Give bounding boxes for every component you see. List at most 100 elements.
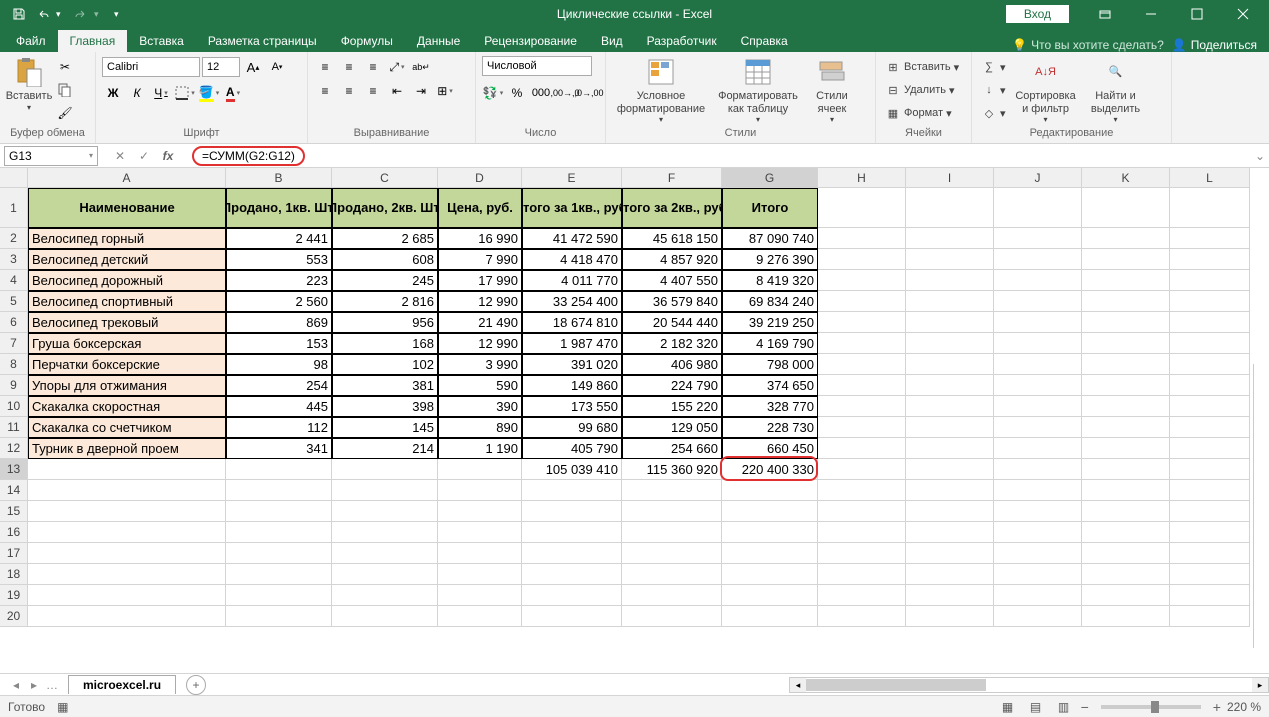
- cell-F14[interactable]: [622, 480, 722, 501]
- cell-L14[interactable]: [1170, 480, 1250, 501]
- cell-L6[interactable]: [1170, 312, 1250, 333]
- cell-L12[interactable]: [1170, 438, 1250, 459]
- cell-B14[interactable]: [226, 480, 332, 501]
- redo-more[interactable]: ▾: [94, 9, 106, 20]
- page-layout-view-button[interactable]: ▤: [1025, 698, 1047, 716]
- cell-B20[interactable]: [226, 606, 332, 627]
- tab-review[interactable]: Рецензирование: [472, 30, 589, 52]
- zoom-slider[interactable]: [1101, 705, 1201, 709]
- close-button[interactable]: [1221, 0, 1265, 28]
- cell-D7[interactable]: 12 990: [438, 333, 522, 354]
- cell-I19[interactable]: [906, 585, 994, 606]
- cell-H7[interactable]: [818, 333, 906, 354]
- cell-F17[interactable]: [622, 543, 722, 564]
- cell-H18[interactable]: [818, 564, 906, 585]
- cell-A7[interactable]: Груша боксерская: [28, 333, 226, 354]
- cell-B10[interactable]: 445: [226, 396, 332, 417]
- minimize-button[interactable]: [1129, 0, 1173, 28]
- cell-A16[interactable]: [28, 522, 226, 543]
- cell-F10[interactable]: 155 220: [622, 396, 722, 417]
- cell-J8[interactable]: [994, 354, 1082, 375]
- cell-I7[interactable]: [906, 333, 994, 354]
- cell-D14[interactable]: [438, 480, 522, 501]
- cell-A19[interactable]: [28, 585, 226, 606]
- cell-A4[interactable]: Велосипед дорожный: [28, 270, 226, 291]
- name-box[interactable]: G13▾: [4, 146, 98, 166]
- cell-J14[interactable]: [994, 480, 1082, 501]
- zoom-in-button[interactable]: +: [1213, 699, 1221, 715]
- sheet-nav-more[interactable]: …: [44, 678, 60, 692]
- share-button[interactable]: 👤Поделиться: [1172, 38, 1257, 52]
- border-button[interactable]: [174, 82, 196, 104]
- cell-G19[interactable]: [722, 585, 818, 606]
- cell-A11[interactable]: Скакалка со счетчиком: [28, 417, 226, 438]
- clear-button[interactable]: ◇▾: [978, 102, 1009, 124]
- wrap-text-button[interactable]: ab↵: [410, 56, 432, 78]
- row-header-6[interactable]: 6: [0, 312, 28, 333]
- cell-G11[interactable]: 228 730: [722, 417, 818, 438]
- cell-A14[interactable]: [28, 480, 226, 501]
- cell-G18[interactable]: [722, 564, 818, 585]
- row-header-16[interactable]: 16: [0, 522, 28, 543]
- cell-H2[interactable]: [818, 228, 906, 249]
- cell-C11[interactable]: 145: [332, 417, 438, 438]
- cell-L15[interactable]: [1170, 501, 1250, 522]
- sheet-nav-prev[interactable]: ◂: [8, 678, 24, 692]
- cell-I6[interactable]: [906, 312, 994, 333]
- align-left-button[interactable]: ≡: [314, 80, 336, 102]
- cell-H13[interactable]: [818, 459, 906, 480]
- cell-F18[interactable]: [622, 564, 722, 585]
- cell-J7[interactable]: [994, 333, 1082, 354]
- tab-formulas[interactable]: Формулы: [329, 30, 405, 52]
- number-format-select[interactable]: [482, 56, 592, 76]
- insert-cells-button[interactable]: ⊞Вставить▾: [882, 56, 962, 78]
- cell-I2[interactable]: [906, 228, 994, 249]
- cell-F8[interactable]: 406 980: [622, 354, 722, 375]
- row-header-12[interactable]: 12: [0, 438, 28, 459]
- cell-L3[interactable]: [1170, 249, 1250, 270]
- row-header-20[interactable]: 20: [0, 606, 28, 627]
- cell-C8[interactable]: 102: [332, 354, 438, 375]
- cell-K2[interactable]: [1082, 228, 1170, 249]
- cell-H4[interactable]: [818, 270, 906, 291]
- row-header-2[interactable]: 2: [0, 228, 28, 249]
- cell-D1[interactable]: Цена, руб.: [438, 188, 522, 228]
- cell-D2[interactable]: 16 990: [438, 228, 522, 249]
- cell-C15[interactable]: [332, 501, 438, 522]
- cell-H14[interactable]: [818, 480, 906, 501]
- cell-B17[interactable]: [226, 543, 332, 564]
- cell-H17[interactable]: [818, 543, 906, 564]
- cell-K11[interactable]: [1082, 417, 1170, 438]
- macro-record-icon[interactable]: ▦: [57, 700, 68, 714]
- cell-D19[interactable]: [438, 585, 522, 606]
- cell-H8[interactable]: [818, 354, 906, 375]
- row-header-4[interactable]: 4: [0, 270, 28, 291]
- cell-B15[interactable]: [226, 501, 332, 522]
- formula-input[interactable]: =СУММ(G2:G12): [186, 146, 1251, 166]
- cell-F4[interactable]: 4 407 550: [622, 270, 722, 291]
- cell-I20[interactable]: [906, 606, 994, 627]
- col-header-K[interactable]: K: [1082, 168, 1170, 188]
- cell-J19[interactable]: [994, 585, 1082, 606]
- cell-G2[interactable]: 87 090 740: [722, 228, 818, 249]
- cell-E9[interactable]: 149 860: [522, 375, 622, 396]
- cell-D3[interactable]: 7 990: [438, 249, 522, 270]
- cell-G5[interactable]: 69 834 240: [722, 291, 818, 312]
- cell-I13[interactable]: [906, 459, 994, 480]
- cell-L5[interactable]: [1170, 291, 1250, 312]
- cell-K1[interactable]: [1082, 188, 1170, 228]
- cell-H9[interactable]: [818, 375, 906, 396]
- cell-H20[interactable]: [818, 606, 906, 627]
- cell-I17[interactable]: [906, 543, 994, 564]
- cancel-formula-button[interactable]: ✕: [110, 146, 130, 166]
- autosum-button[interactable]: ∑▾: [978, 56, 1009, 78]
- underline-button[interactable]: Ч: [150, 82, 172, 104]
- cell-K14[interactable]: [1082, 480, 1170, 501]
- cell-B8[interactable]: 98: [226, 354, 332, 375]
- cell-K16[interactable]: [1082, 522, 1170, 543]
- cell-E20[interactable]: [522, 606, 622, 627]
- cell-B6[interactable]: 869: [226, 312, 332, 333]
- tab-view[interactable]: Вид: [589, 30, 635, 52]
- cell-C9[interactable]: 381: [332, 375, 438, 396]
- cell-A2[interactable]: Велосипед горный: [28, 228, 226, 249]
